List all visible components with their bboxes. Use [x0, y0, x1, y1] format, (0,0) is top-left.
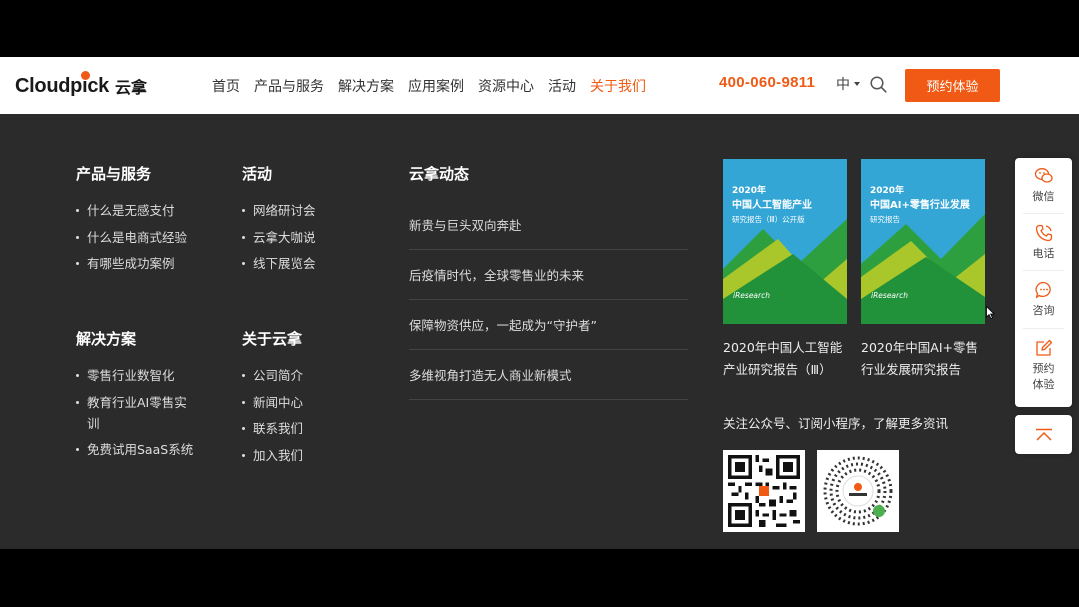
report-cover-ai-retail[interactable]: 2020年 中国AI+零售行业发展 研究报告 iResearch: [861, 159, 985, 324]
back-to-top-icon: [1035, 428, 1052, 441]
link-item[interactable]: 云拿大咖说: [242, 227, 316, 248]
wechat-icon: [1034, 168, 1053, 183]
follow-prompt: 关注公众号、订阅小程序，了解更多资讯: [723, 416, 949, 431]
back-to-top-button[interactable]: [1015, 415, 1072, 454]
link-item[interactable]: 公司简介: [242, 365, 303, 386]
link-item[interactable]: 网络研讨会: [242, 200, 316, 221]
report-caption[interactable]: 2020年中国AI+零售行业发展研究报告: [861, 337, 986, 381]
report-cover-ai-industry[interactable]: 2020年 中国人工智能产业 研究报告（Ⅲ）公开版 iResearch: [723, 159, 847, 324]
toolbar-book-demo[interactable]: 预约 体验: [1015, 338, 1072, 393]
link-item[interactable]: 零售行业数智化: [76, 365, 198, 386]
report-title: 中国AI+零售行业发展: [870, 200, 970, 211]
mini-program-qr: [817, 450, 899, 532]
toolbar-phone[interactable]: 电话: [1015, 223, 1072, 262]
toolbar-wechat[interactable]: 微信: [1015, 166, 1072, 205]
news-item[interactable]: 保障物资供应，一起成为“守护者”: [409, 300, 688, 350]
mega-menu-panel: 产品与服务 什么是无感支付 什么是电商式经验 有哪些成功案例 活动 网络研讨会 …: [0, 114, 1079, 549]
toolbar-label: 咨询: [1032, 304, 1055, 317]
toolbar-consult[interactable]: 咨询: [1015, 280, 1072, 319]
link-item[interactable]: 有哪些成功案例: [76, 253, 187, 274]
toolbar-label: 电话: [1032, 247, 1055, 260]
chevron-down-icon: [854, 82, 860, 86]
qr-code-image: [822, 455, 894, 527]
book-demo-button[interactable]: 预约体验: [905, 69, 1000, 102]
hotline-number[interactable]: 400-060-9811: [719, 74, 815, 91]
brand-name-cn: 云拿: [114, 78, 147, 97]
chat-icon: [1035, 281, 1051, 299]
link-item[interactable]: 线下展览会: [242, 253, 316, 274]
mouse-cursor-icon: [986, 306, 995, 319]
nav-item-about[interactable]: 关于我们: [590, 76, 646, 96]
language-label: 中: [836, 77, 850, 93]
report-caption[interactable]: 2020年中国人工智能产业研究报告（Ⅲ）: [723, 337, 848, 381]
qr-code-image: [728, 455, 800, 527]
column-title-about: 关于云拿: [242, 330, 303, 348]
news-item[interactable]: 多维视角打造无人商业新模式: [409, 350, 688, 400]
letterbox-top: [0, 0, 1079, 57]
report-publisher-logo: iResearch: [871, 291, 908, 300]
site-header: Cloudpick 云拿 首页 产品与服务 解决方案 应用案例 资源中心 活动 …: [0, 57, 1079, 114]
events-link-list: 网络研讨会 云拿大咖说 线下展览会: [242, 200, 316, 280]
nav-item-events[interactable]: 活动: [548, 76, 576, 96]
news-item[interactable]: 后疫情时代，全球零售业的未来: [409, 250, 688, 300]
products-link-list: 什么是无感支付 什么是电商式经验 有哪些成功案例: [76, 200, 187, 280]
solutions-link-list: 零售行业数智化 教育行业AI零售实训 免费试用SaaS系统: [76, 365, 198, 466]
nav-item-products[interactable]: 产品与服务: [254, 76, 324, 96]
report-year: 2020年: [870, 186, 905, 196]
link-item[interactable]: 新闻中心: [242, 392, 303, 413]
column-title-news: 云拿动态: [409, 165, 470, 183]
toolbar-label: 预约 体验: [1032, 362, 1055, 391]
link-item[interactable]: 什么是电商式经验: [76, 227, 187, 248]
logo-dot: [81, 71, 90, 80]
nav-item-home[interactable]: 首页: [212, 76, 240, 96]
edit-icon: [1035, 339, 1052, 356]
news-item[interactable]: 新贵与巨头双向奔赴: [409, 200, 688, 250]
link-item[interactable]: 联系我们: [242, 418, 303, 439]
news-list: 新贵与巨头双向奔赴 后疫情时代，全球零售业的未来 保障物资供应，一起成为“守护者…: [409, 200, 688, 400]
divider: [1023, 213, 1064, 214]
report-subtitle: 研究报告: [870, 215, 900, 224]
nav-item-cases[interactable]: 应用案例: [408, 76, 464, 96]
divider: [1023, 328, 1064, 329]
main-nav: 首页 产品与服务 解决方案 应用案例 资源中心 活动 关于我们: [212, 57, 660, 114]
column-title-solutions: 解决方案: [76, 330, 137, 348]
link-item[interactable]: 什么是无感支付: [76, 200, 187, 221]
report-year: 2020年: [732, 186, 767, 196]
search-icon[interactable]: [870, 76, 887, 93]
brand-logo[interactable]: Cloudpick 云拿: [15, 71, 147, 101]
brand-name-en: Cloudpick: [15, 74, 109, 97]
column-title-events: 活动: [242, 165, 273, 183]
link-item[interactable]: 加入我们: [242, 445, 303, 466]
report-title: 中国人工智能产业: [732, 200, 812, 211]
language-switcher[interactable]: 中: [836, 74, 860, 94]
divider: [1023, 270, 1064, 271]
toolbar-label: 微信: [1032, 190, 1055, 203]
link-item[interactable]: 教育行业AI零售实训: [76, 392, 198, 434]
column-title-products: 产品与服务: [76, 165, 152, 183]
report-publisher-logo: iResearch: [733, 291, 770, 300]
wechat-official-account-qr: [723, 450, 805, 532]
about-link-list: 公司简介 新闻中心 联系我们 加入我们: [242, 365, 303, 471]
nav-item-solutions[interactable]: 解决方案: [338, 76, 394, 96]
link-item[interactable]: 免费试用SaaS系统: [76, 439, 198, 460]
floating-toolbar: 微信 电话 咨询 预约 体验: [1015, 158, 1072, 407]
nav-item-resources[interactable]: 资源中心: [478, 76, 534, 96]
report-subtitle: 研究报告（Ⅲ）公开版: [732, 215, 805, 224]
letterbox-bottom: [0, 549, 1079, 607]
phone-icon: [1035, 224, 1052, 242]
